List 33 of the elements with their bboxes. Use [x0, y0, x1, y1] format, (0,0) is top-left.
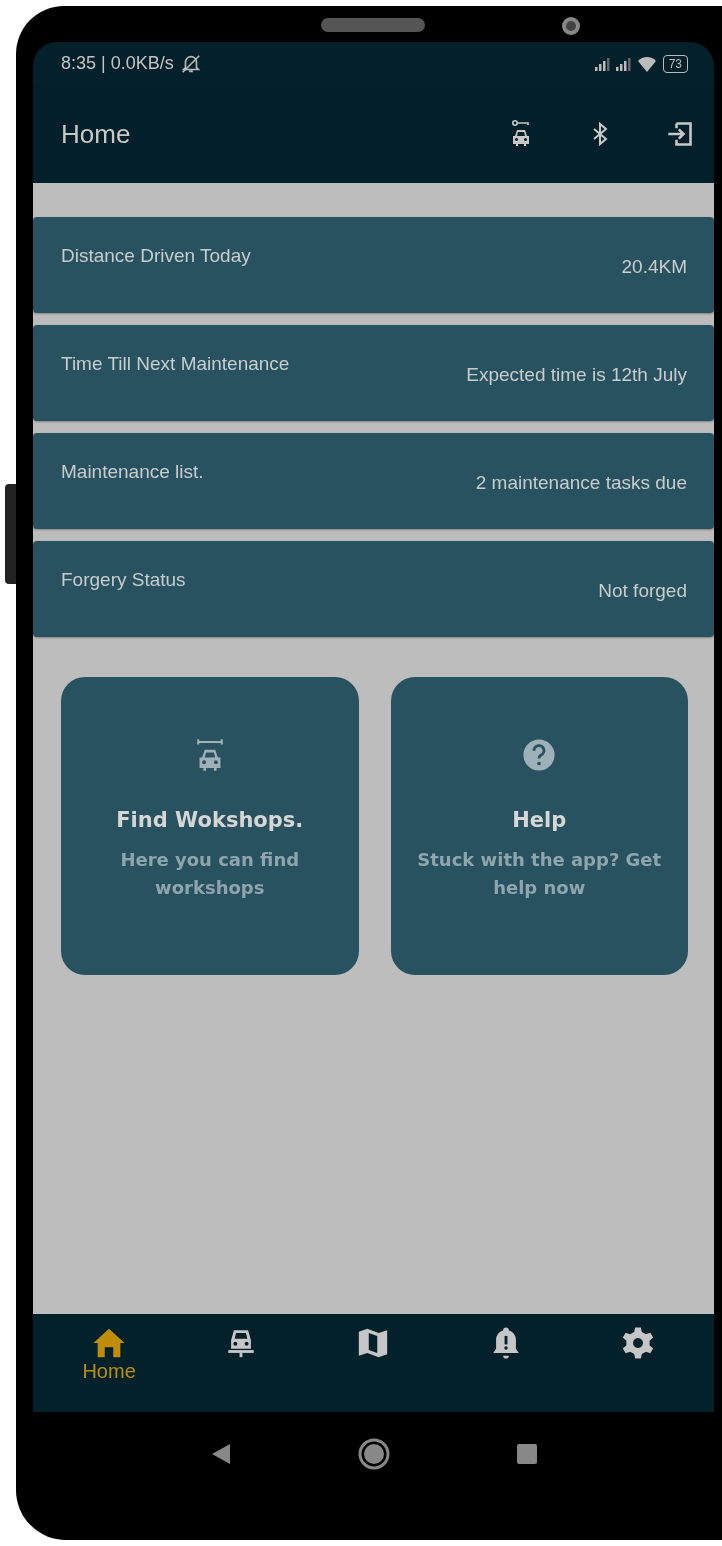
signal-icon: [594, 56, 610, 71]
signal-icon: [615, 56, 631, 71]
tile-subtitle: Stuck with the app? Get help now: [416, 848, 663, 900]
status-time: 8:35 | 0.0KB/s: [61, 53, 174, 74]
info-card[interactable]: Distance Driven Today 20.4KM: [33, 217, 714, 313]
feature-tile[interactable]: Find Wokshops. Here you can find workshops: [61, 677, 359, 975]
help-icon: [522, 738, 557, 772]
nav-tab[interactable]: Home: [64, 1314, 155, 1383]
tile-title: Help: [512, 808, 567, 832]
screen-title: Home: [61, 118, 131, 150]
info-card[interactable]: Time Till Next Maintenance Expected time is 12th July: [33, 325, 714, 421]
logout-icon[interactable]: [666, 120, 694, 148]
camera-dot: [562, 17, 580, 35]
wifi-icon: [636, 54, 657, 73]
card-value: 20.4KM: [621, 256, 687, 278]
tile-subtitle: Here you can find workshops: [119, 848, 301, 900]
home-circle-icon[interactable]: [357, 1438, 390, 1470]
card-value: Expected time is 12th July: [466, 364, 687, 386]
info-card[interactable]: Forgery Status Not forged: [33, 541, 714, 637]
card-value: 2 maintenance tasks due: [475, 472, 687, 494]
card-label: Time Till Next Maintenance: [61, 353, 290, 375]
card-label: Forgery Status: [61, 569, 186, 591]
card-label: Distance Driven Today: [61, 245, 251, 267]
card-value: Not forged: [598, 580, 687, 602]
settings-icon: [620, 1326, 655, 1360]
card-label: Maintenance list.: [61, 461, 204, 483]
feature-tile[interactable]: Help Stuck with the app? Get help now: [390, 677, 688, 975]
recents-icon[interactable]: [515, 1443, 538, 1465]
info-card[interactable]: Maintenance list. 2 maintenance tasks due: [33, 433, 714, 529]
home-icon: [92, 1326, 127, 1360]
mute-icon: [179, 52, 202, 75]
battery-level: 73: [668, 56, 682, 71]
tile-title: Find Wokshops.: [116, 808, 304, 832]
